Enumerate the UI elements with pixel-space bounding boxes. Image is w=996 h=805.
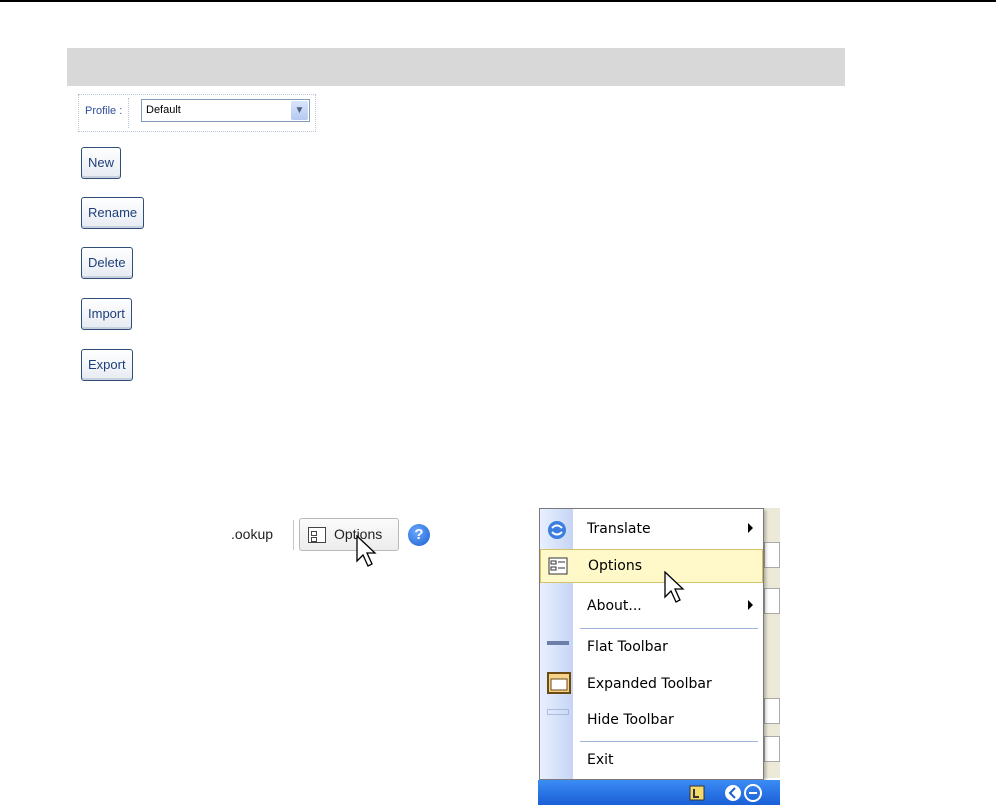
toolbar-separator	[293, 520, 294, 550]
tray-app-icon[interactable]	[688, 784, 706, 802]
menu-item-label: Expanded Toolbar	[587, 676, 712, 692]
menu-item-hide-toolbar[interactable]: Hide Toolbar	[540, 704, 763, 738]
flat-toolbar-icon	[547, 641, 569, 645]
chevron-down-icon[interactable]: ▼	[291, 101, 308, 120]
menu-item-exit[interactable]: Exit	[540, 744, 763, 778]
menu-item-label: Translate	[587, 521, 651, 537]
mouse-cursor-icon	[356, 535, 377, 567]
options-icon	[308, 527, 326, 543]
delete-button[interactable]: Delete	[81, 247, 133, 279]
submenu-arrow-icon	[748, 523, 753, 533]
header-band	[67, 48, 845, 86]
tray-context-menu: Translate Options About... Flat Toolbar …	[539, 508, 764, 780]
background-window-strip	[762, 508, 780, 778]
rename-button[interactable]: Rename	[81, 197, 145, 229]
top-rule	[0, 0, 996, 2]
menu-item-label: About...	[587, 598, 642, 614]
help-icon[interactable]: ?	[408, 524, 430, 546]
import-button[interactable]: Import	[81, 298, 132, 330]
submenu-arrow-icon	[748, 600, 753, 610]
profile-label: Profile :	[85, 105, 123, 117]
expanded-toolbar-icon	[547, 672, 571, 694]
hide-toolbar-icon	[547, 709, 569, 715]
profile-divider	[128, 98, 130, 128]
tray-back-icon[interactable]	[724, 784, 742, 802]
profile-select[interactable]: Default ▼	[141, 99, 310, 122]
export-button[interactable]: Export	[81, 349, 133, 381]
menu-item-label: Options	[588, 558, 643, 574]
toolbar-options-button[interactable]: Options	[299, 518, 399, 551]
menu-item-flat-toolbar[interactable]: Flat Toolbar	[540, 631, 763, 665]
lookup-button-label[interactable]: .ookup	[231, 526, 273, 542]
profile-selected-value: Default	[146, 104, 181, 116]
options-icon	[548, 557, 568, 575]
menu-item-label: Exit	[587, 752, 614, 768]
menu-item-options[interactable]: Options	[540, 549, 763, 583]
menu-item-label: Flat Toolbar	[587, 639, 668, 655]
translate-icon	[548, 521, 566, 539]
menu-item-translate[interactable]: Translate	[540, 513, 763, 547]
menu-separator	[580, 741, 758, 742]
menu-item-about[interactable]: About...	[540, 590, 763, 624]
menu-separator	[580, 628, 758, 629]
menu-item-expanded-toolbar[interactable]: Expanded Toolbar	[540, 668, 763, 702]
tray-translator-icon[interactable]	[744, 784, 762, 802]
new-button[interactable]: New	[81, 147, 122, 179]
menu-item-label: Hide Toolbar	[587, 712, 674, 728]
